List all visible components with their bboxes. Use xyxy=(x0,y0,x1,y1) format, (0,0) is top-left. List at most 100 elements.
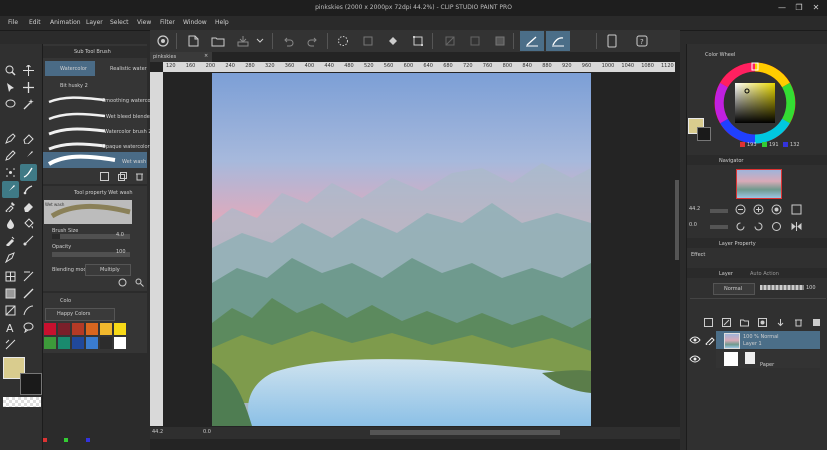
brush-tool-icon[interactable] xyxy=(20,147,37,164)
zoom-value[interactable]: 44.2 xyxy=(152,429,163,435)
eraser-alt-icon[interactable] xyxy=(20,198,37,215)
layer-property-tab[interactable]: Layer Property xyxy=(719,241,756,247)
color-swatch[interactable] xyxy=(100,323,112,335)
clip-studio-icon[interactable] xyxy=(153,31,173,51)
frame-tool-icon[interactable] xyxy=(2,268,19,285)
dropper-tool-icon[interactable] xyxy=(2,232,19,249)
color-wheel-tab[interactable]: Color Wheel xyxy=(705,52,735,58)
zoom-in-icon[interactable] xyxy=(752,203,764,215)
trash-icon[interactable] xyxy=(810,316,822,328)
settings-icon[interactable] xyxy=(116,276,128,288)
new-raster-layer-icon[interactable] xyxy=(702,316,714,328)
text-tool-icon[interactable]: A xyxy=(2,319,19,336)
wheel-sub-color[interactable] xyxy=(697,127,711,141)
color-swatch[interactable] xyxy=(58,336,70,349)
chevron-down-icon[interactable] xyxy=(254,31,266,51)
fit-window-icon[interactable] xyxy=(790,203,802,215)
balloon-tool-icon[interactable] xyxy=(20,302,37,319)
flip-icon[interactable] xyxy=(790,220,802,232)
save-icon[interactable] xyxy=(233,31,253,51)
color-set-tab[interactable]: Colo xyxy=(60,298,71,304)
color-swatch[interactable] xyxy=(100,336,112,349)
selection-mask-icon[interactable] xyxy=(490,31,510,51)
copy-sub-tool-icon[interactable] xyxy=(116,170,128,182)
navigator-preview[interactable] xyxy=(736,169,782,199)
ruler-snap-icon[interactable] xyxy=(520,31,544,51)
navigator-angle[interactable]: 0.0 xyxy=(689,222,697,228)
navigator-zoom[interactable]: 44.2 xyxy=(689,206,700,212)
zoom-out-icon[interactable] xyxy=(734,203,746,215)
sub-tool-tab-label[interactable]: Sub Tool Brush xyxy=(74,49,111,55)
color-swatch[interactable] xyxy=(58,323,70,335)
layer-mask-icon[interactable] xyxy=(756,316,768,328)
new-file-icon[interactable] xyxy=(183,31,203,51)
ruler-tool-icon[interactable] xyxy=(2,302,19,319)
sub-color-swatch[interactable] xyxy=(20,373,42,395)
menu-filter[interactable]: Filter xyxy=(160,19,175,26)
menu-edit[interactable]: Edit xyxy=(29,19,41,26)
rotate-left-icon[interactable] xyxy=(734,220,746,232)
hand-tool-icon[interactable] xyxy=(20,62,37,79)
direct-draw-icon[interactable] xyxy=(20,285,37,302)
delete-sub-tool-icon[interactable] xyxy=(133,170,145,182)
color-swatch[interactable] xyxy=(72,323,84,335)
color-swatch[interactable] xyxy=(114,323,126,335)
color-swatch[interactable] xyxy=(86,336,98,349)
menu-file[interactable]: File xyxy=(8,19,18,26)
reset-rotation-icon[interactable] xyxy=(770,220,782,232)
color-swatch[interactable] xyxy=(114,336,126,349)
text-ruler-icon[interactable] xyxy=(20,232,37,249)
color-swatch[interactable] xyxy=(44,323,56,335)
layer-tab[interactable]: Layer xyxy=(719,271,733,277)
redo-icon[interactable] xyxy=(303,31,323,51)
group-label[interactable]: Bit husky 2 xyxy=(60,83,88,89)
loading-icon[interactable] xyxy=(333,31,353,51)
airbrush-tool-icon[interactable] xyxy=(2,164,19,181)
new-vector-layer-icon[interactable] xyxy=(720,316,732,328)
navigator-tab[interactable]: Navigator xyxy=(719,158,743,164)
shape-pen-icon[interactable] xyxy=(2,249,19,266)
speech-balloon-icon[interactable] xyxy=(20,319,37,336)
special-ruler-snap-icon[interactable] xyxy=(546,31,570,51)
transparent-color-swatch[interactable] xyxy=(3,397,41,407)
menu-view[interactable]: View xyxy=(137,19,151,26)
rotate-right-icon[interactable] xyxy=(752,220,764,232)
deselect-icon[interactable] xyxy=(440,31,460,51)
navigator-angle-slider[interactable] xyxy=(710,225,728,229)
menu-layer[interactable]: Layer xyxy=(86,19,103,26)
color-swatch[interactable] xyxy=(86,323,98,335)
merge-down-icon[interactable] xyxy=(774,316,786,328)
gradient-tool-icon[interactable] xyxy=(20,268,37,285)
search-icon[interactable] xyxy=(133,276,145,288)
delete-layer-icon[interactable] xyxy=(792,316,804,328)
layer-opacity-slider[interactable] xyxy=(760,285,804,290)
open-folder-icon[interactable] xyxy=(208,31,228,51)
new-folder-icon[interactable] xyxy=(738,316,750,328)
tablet-icon[interactable] xyxy=(602,31,622,51)
fit-icon[interactable] xyxy=(770,203,782,215)
document-tab[interactable]: pinkskies × xyxy=(150,52,212,62)
pen-lock-icon[interactable] xyxy=(705,335,715,347)
group-tab-label[interactable]: Realistic water xyxy=(110,66,147,72)
figure-tool-icon[interactable] xyxy=(2,285,19,302)
eye-icon[interactable] xyxy=(689,336,701,344)
horizontal-scrollbar[interactable] xyxy=(370,430,560,435)
invert-selection-icon[interactable] xyxy=(465,31,485,51)
zoom-tool-icon[interactable] xyxy=(2,62,19,79)
transform-icon[interactable] xyxy=(408,31,428,51)
undo-icon[interactable] xyxy=(278,31,298,51)
close-tab-icon[interactable]: × xyxy=(204,53,208,59)
move-tool-icon[interactable] xyxy=(20,79,37,96)
color-swatch[interactable] xyxy=(44,336,56,349)
canvas-painting[interactable] xyxy=(212,73,591,426)
blend-drop-icon[interactable] xyxy=(2,215,19,232)
color-wheel[interactable] xyxy=(714,62,796,144)
vertical-scrollbar[interactable] xyxy=(675,180,679,260)
tool-settings-icon[interactable] xyxy=(98,170,110,182)
decoration-tool-icon[interactable] xyxy=(20,164,37,181)
pencil-tool-icon[interactable] xyxy=(2,147,19,164)
angle-value[interactable]: 0.0 xyxy=(203,429,211,435)
watercolor-brush-icon[interactable] xyxy=(2,181,19,198)
clear-icon[interactable] xyxy=(358,31,378,51)
eye-icon[interactable] xyxy=(689,355,701,363)
